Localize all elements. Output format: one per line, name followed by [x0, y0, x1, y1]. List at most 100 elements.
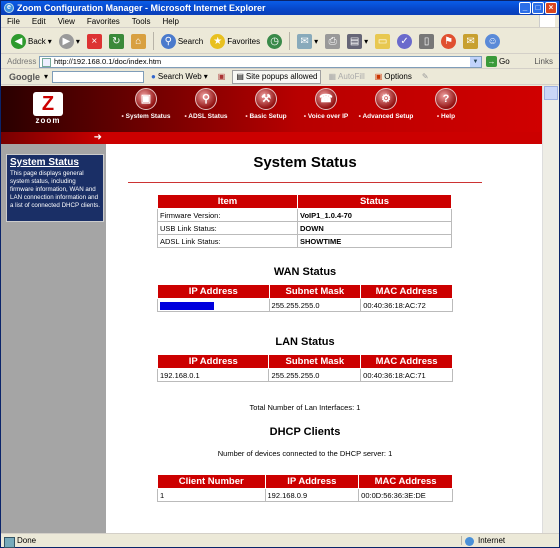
wan-status-table: IP Address Subnet Mask MAC Address 255.2… — [157, 284, 453, 312]
nav-help[interactable]: ?Help — [416, 88, 476, 120]
lan-status-heading: LAN Status — [275, 336, 335, 348]
standard-toolbar: ◀ Back ▾ ▶ ▾ × ↻ ⌂ ⚲ Search ★ Favorites ◷ ✉… — [1, 29, 559, 54]
forward-arrow-icon: ▶ — [58, 33, 74, 49]
nav-adsl-status[interactable]: ⚲ADSL Status — [176, 88, 236, 120]
header-strip: ➜ — [1, 132, 542, 144]
help-icon: ? — [435, 88, 457, 110]
maximize-button[interactable]: □ — [532, 2, 544, 14]
mail-button[interactable]: ✉ ▾ — [295, 31, 320, 51]
google-search-icon: ● — [151, 72, 156, 81]
menu-tools[interactable]: Tools — [132, 17, 151, 26]
popup-icon: ▤ — [236, 72, 244, 81]
row-label: USB Link Status: — [157, 221, 298, 235]
stop-icon: × — [86, 33, 102, 49]
column-header: Client Number — [157, 474, 266, 489]
nav-voice-over-ip[interactable]: ☎Voice over IP — [296, 88, 356, 120]
pencil-icon: ✎ — [421, 72, 429, 81]
scroll-up-button[interactable] — [544, 86, 558, 100]
back-button[interactable]: ◀ Back ▾ — [9, 31, 54, 51]
search-web-button[interactable]: ● Search Web ▾ — [148, 70, 211, 84]
column-header: IP Address — [264, 474, 360, 489]
wrench-icon: ⚙ — [375, 88, 397, 110]
wan-status-heading: WAN Status — [273, 266, 337, 278]
title-bar: e Zoom Configuration Manager - Microsoft… — [1, 1, 559, 15]
messenger-button[interactable]: ▯ — [417, 31, 436, 51]
address-dropdown[interactable]: ▼ — [470, 56, 481, 67]
magnifier-icon: ⚲ — [195, 88, 217, 110]
client-number-cell: 1 — [157, 488, 266, 502]
column-header: MAC Address — [358, 474, 453, 489]
table-row: 192.168.0.1 255.255.255.0 00:40:36:18:AC… — [156, 368, 453, 382]
back-arrow-icon: ◀ — [11, 33, 26, 49]
address-bar: Address http://192.168.0.1/doc/index.htm… — [1, 55, 559, 69]
nav-system-status[interactable]: ▣System Status — [116, 88, 176, 120]
page-rank-button[interactable]: ▣ — [215, 70, 229, 84]
wan-mac-cell: 00:40:36:18:AC:72 — [360, 298, 453, 312]
row-label: ADSL Link Status: — [157, 234, 298, 248]
status-bar: Done Internet — [1, 533, 559, 548]
home-icon: ⌂ — [130, 33, 146, 49]
google-search-input[interactable] — [52, 70, 145, 83]
address-input[interactable]: http://192.168.0.1/doc/index.htm ▼ — [39, 55, 482, 68]
research-button[interactable]: ✓ — [395, 31, 414, 51]
links-button[interactable]: Links — [534, 57, 553, 66]
mail-sort-button[interactable]: ✉ — [461, 31, 480, 51]
row-label: Firmware Version: — [157, 208, 298, 222]
page-title: System Status — [253, 154, 357, 171]
client-mac-cell: 00:0D:56:36:3E:DE — [358, 488, 453, 502]
close-button[interactable]: × — [545, 2, 557, 14]
people-button[interactable]: ☺ — [483, 31, 502, 51]
menu-file[interactable]: File — [7, 17, 20, 26]
search-button[interactable]: ⚲ Search — [159, 31, 205, 51]
dhcp-devices-count: Number of devices connected to the DHCP … — [217, 449, 393, 458]
title-divider — [128, 182, 482, 183]
lan-interfaces-count: Total Number of Lan Interfaces: 1 — [249, 403, 361, 412]
router-header: Z zoom ▣System Status ⚲ADSL Status ⚒Basi… — [1, 86, 542, 132]
highlight-button[interactable]: ✎ — [419, 70, 432, 84]
zoom-z-icon: Z — [33, 92, 63, 116]
print-button[interactable]: ⎙ — [323, 31, 342, 51]
popup-blocker-button[interactable]: ▤ Site popups allowed — [232, 69, 322, 84]
search-icon: ⚲ — [160, 33, 176, 49]
google-logo[interactable]: Google — [9, 72, 40, 82]
news-icon: ▣ — [217, 72, 226, 81]
menu-help[interactable]: Help — [162, 17, 178, 26]
zoom-logo: Z zoom — [25, 92, 71, 126]
forward-button[interactable]: ▶ ▾ — [57, 31, 82, 51]
home-button[interactable]: ⌂ — [129, 31, 148, 51]
table-row: ADSL Link Status: SHOWTIME — [157, 234, 452, 248]
lan-subnet-cell: 255.255.255.0 — [268, 368, 362, 382]
dhcp-clients-heading: DHCP Clients — [269, 426, 341, 438]
column-header: Subnet Mask — [268, 354, 362, 369]
menu-favorites[interactable]: Favorites — [87, 17, 120, 26]
star-icon: ★ — [210, 33, 226, 49]
menu-edit[interactable]: Edit — [32, 17, 46, 26]
nav-advanced-setup[interactable]: ⚙Advanced Setup — [356, 88, 416, 120]
refresh-button[interactable]: ↻ — [107, 31, 126, 51]
vertical-scrollbar[interactable] — [542, 86, 559, 533]
go-button[interactable]: → Go — [482, 56, 510, 67]
google-toolbar: Google ▾ ● Search Web ▾ ▣ ▤ Site popups all… — [1, 69, 559, 85]
window-title: Zoom Configuration Manager - Microsoft I… — [17, 3, 266, 13]
sidebar-title[interactable]: System Status — [10, 157, 100, 169]
column-header: Status — [297, 194, 452, 209]
ie-icon: e — [4, 3, 14, 13]
client-ip-cell: 192.168.0.9 — [264, 488, 360, 502]
chevron-down-icon[interactable]: ▾ — [44, 72, 48, 81]
nav-basic-setup[interactable]: ⚒Basic Setup — [236, 88, 296, 120]
column-header: Item — [157, 194, 298, 209]
column-header: IP Address — [156, 354, 270, 369]
menu-view[interactable]: View — [58, 17, 75, 26]
flag-button[interactable]: ⚑ — [439, 31, 458, 51]
stop-button[interactable]: × — [85, 31, 104, 51]
minimize-button[interactable]: _ — [519, 2, 531, 14]
favorites-button[interactable]: ★ Favorites — [208, 31, 262, 51]
mail-icon: ✉ — [297, 33, 313, 49]
discuss-button[interactable]: ▭ — [373, 31, 392, 51]
history-button[interactable]: ◷ — [265, 31, 284, 51]
browser-window: e Zoom Configuration Manager - Microsoft… — [0, 0, 560, 548]
options-button[interactable]: ▣ Options — [372, 70, 415, 84]
main-content: System Status Item Status Firmware Versi… — [106, 144, 542, 533]
edit-button[interactable]: ▤ ▾ — [345, 31, 370, 51]
autofill-button[interactable]: ▦ AutoFill — [325, 70, 367, 84]
